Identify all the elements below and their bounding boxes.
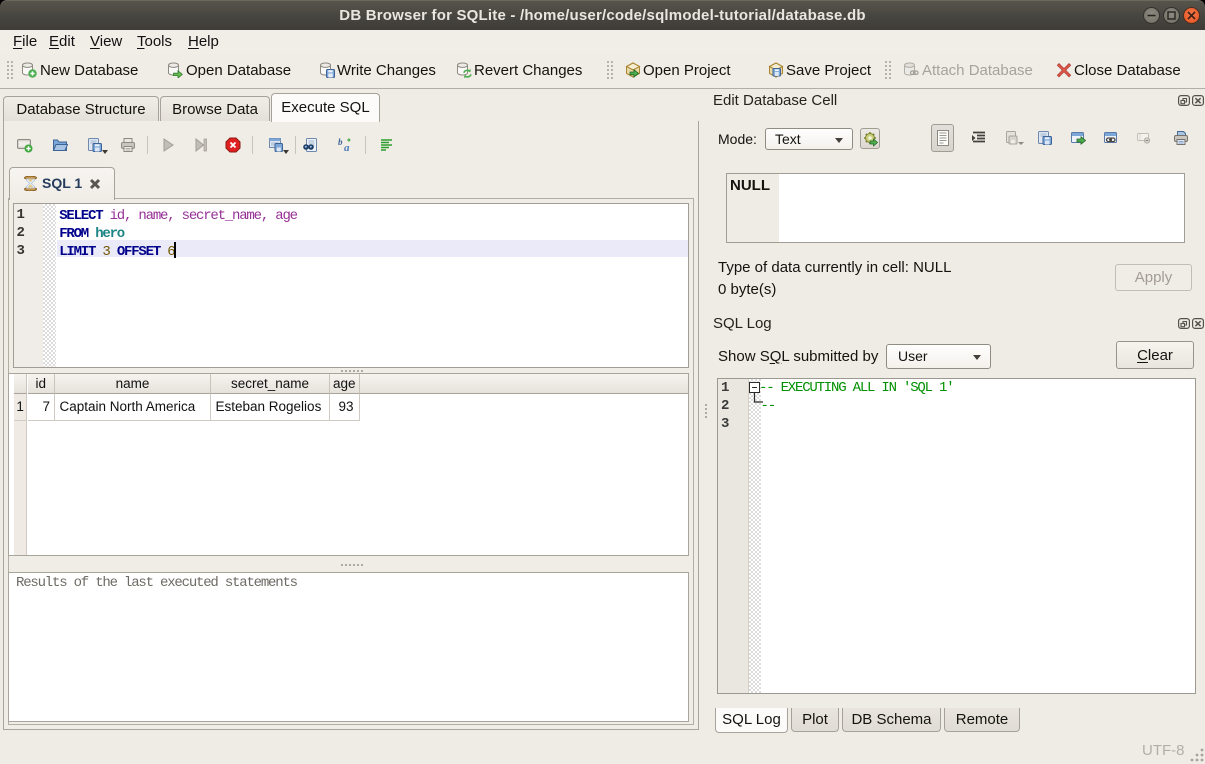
svg-text:a: a [344,142,350,153]
svg-text:b: b [338,137,343,147]
